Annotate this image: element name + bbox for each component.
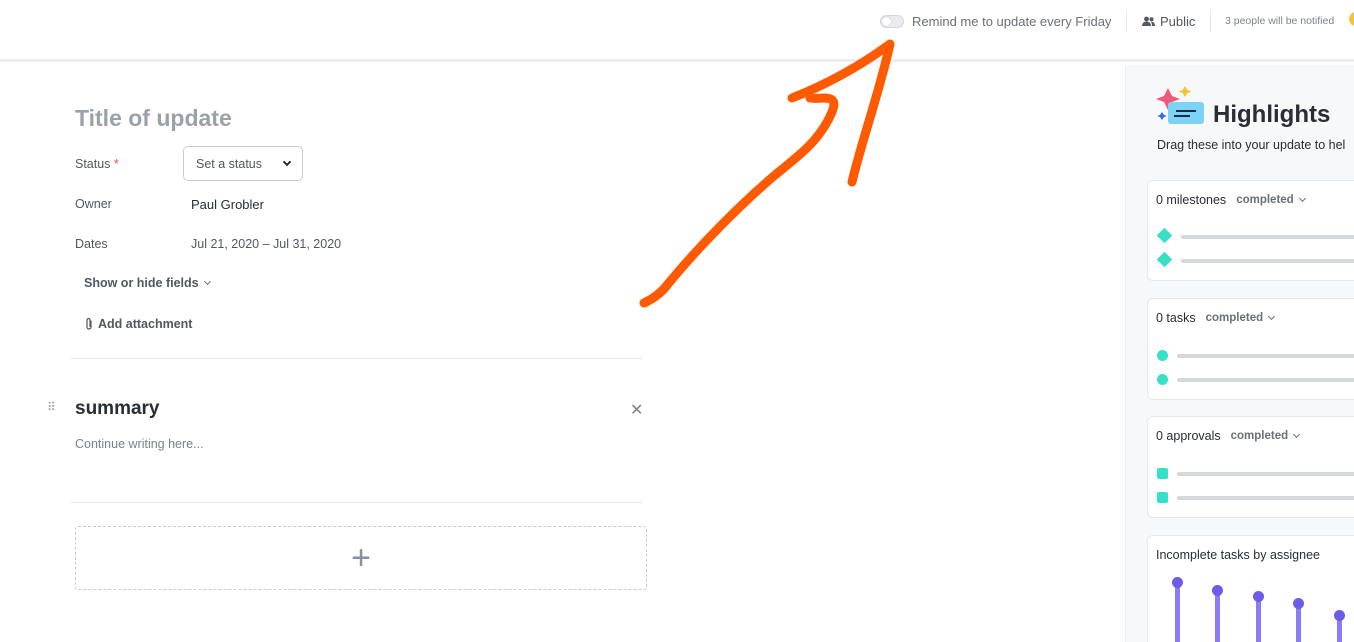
- paperclip-icon: [86, 317, 92, 330]
- tasks-count: 0 tasks: [1156, 311, 1196, 325]
- filter-label: completed: [1230, 430, 1289, 442]
- approval-icon: [1157, 492, 1168, 503]
- tasks-filter[interactable]: completed: [1205, 312, 1276, 324]
- visibility-button[interactable]: Public: [1142, 14, 1195, 29]
- summary-title[interactable]: summary: [75, 398, 160, 420]
- chevron-down-icon: [1298, 194, 1306, 203]
- divider: [71, 502, 643, 503]
- chart-point: [1253, 591, 1264, 602]
- milestones-count: 0 milestones: [1156, 193, 1227, 207]
- chart-point: [1293, 598, 1304, 609]
- approvals-card[interactable]: 0 approvals completed: [1147, 416, 1354, 518]
- chart-bar: [1337, 619, 1342, 642]
- dates-value[interactable]: Jul 21, 2020 – Jul 31, 2020: [191, 237, 341, 251]
- chevron-down-icon: [1293, 430, 1301, 439]
- chart-point: [1334, 610, 1345, 621]
- placeholder-line: [1177, 378, 1354, 382]
- milestone-icon: [1156, 251, 1173, 268]
- assignee-chart-title: Incomplete tasks by assignee: [1156, 548, 1320, 562]
- approvals-filter[interactable]: completed: [1230, 430, 1301, 442]
- owner-label: Owner: [75, 197, 112, 211]
- show-hide-fields-button[interactable]: Show or hide fields: [84, 276, 211, 290]
- notify-count-label[interactable]: 3 people will be notified: [1225, 15, 1334, 27]
- status-label: Status *: [75, 157, 119, 171]
- people-icon: [1142, 16, 1155, 26]
- tasks-card[interactable]: 0 tasks completed: [1147, 298, 1354, 400]
- remind-label[interactable]: Remind me to update every Friday: [912, 14, 1111, 29]
- add-section-button[interactable]: +: [75, 526, 647, 590]
- placeholder-line: [1181, 235, 1354, 239]
- milestones-card[interactable]: 0 milestones completed: [1147, 180, 1354, 281]
- chevron-down-icon: [203, 277, 211, 286]
- drag-handle-icon[interactable]: ⠿: [47, 401, 56, 413]
- placeholder-line: [1181, 259, 1354, 263]
- status-select[interactable]: Set a status: [183, 146, 303, 181]
- visibility-label: Public: [1160, 14, 1196, 29]
- divider: [71, 358, 643, 359]
- summary-editor[interactable]: Continue writing here...: [75, 437, 204, 451]
- approval-placeholder-row: [1156, 491, 1354, 505]
- dates-label: Dates: [75, 237, 108, 251]
- show-hide-label: Show or hide fields: [84, 276, 199, 290]
- task-icon: [1157, 350, 1168, 361]
- add-attachment-button[interactable]: Add attachment: [84, 317, 192, 331]
- chart-bar: [1296, 607, 1301, 642]
- milestone-placeholder-row: [1156, 227, 1354, 244]
- divider: [1126, 10, 1127, 32]
- card-header: Incomplete tasks by assignee: [1156, 548, 1320, 562]
- chart-point: [1212, 585, 1223, 596]
- card-header: 0 tasks completed: [1156, 311, 1276, 325]
- assignee-chart-card[interactable]: Incomplete tasks by assignee: [1147, 535, 1354, 642]
- milestone-placeholder-row: [1156, 251, 1354, 268]
- approval-placeholder-row: [1156, 467, 1354, 481]
- close-icon[interactable]: ✕: [630, 403, 643, 419]
- card-header: 0 milestones completed: [1156, 193, 1306, 207]
- task-placeholder-row: [1156, 349, 1354, 363]
- required-mark: *: [113, 157, 119, 171]
- task-icon: [1157, 374, 1168, 385]
- add-attachment-label: Add attachment: [98, 317, 193, 331]
- filter-label: completed: [1205, 312, 1264, 324]
- task-placeholder-row: [1156, 373, 1354, 387]
- chart-bar: [1256, 600, 1261, 642]
- toggle-knob: [882, 17, 891, 26]
- top-bar: Remind me to update every Friday Public …: [0, 0, 1354, 62]
- highlights-title: Highlights: [1213, 101, 1331, 128]
- divider: [1210, 10, 1211, 32]
- placeholder-line: [1177, 472, 1354, 476]
- milestone-icon: [1156, 227, 1173, 244]
- placeholder-line: [1177, 496, 1354, 500]
- highlights-icon: [1156, 86, 1204, 124]
- chevron-down-icon: [1268, 312, 1276, 321]
- approvals-count: 0 approvals: [1156, 429, 1221, 443]
- placeholder-line: [1177, 354, 1354, 358]
- owner-value[interactable]: Paul Grobler: [191, 197, 264, 212]
- status-select-value: Set a status: [196, 156, 263, 171]
- chart-point: [1172, 577, 1183, 588]
- avatar[interactable]: [1349, 12, 1354, 26]
- chart-bar: [1175, 586, 1180, 642]
- highlights-subtitle: Drag these into your update to hel: [1157, 138, 1346, 152]
- plus-icon: +: [351, 539, 371, 577]
- approval-icon: [1157, 468, 1168, 479]
- chevron-down-icon: [282, 157, 292, 167]
- status-label-text: Status: [75, 157, 111, 171]
- chart-bar: [1215, 594, 1220, 642]
- card-header: 0 approvals completed: [1156, 429, 1301, 443]
- filter-label: completed: [1236, 194, 1294, 206]
- remind-toggle[interactable]: [880, 15, 904, 28]
- update-title-input[interactable]: Title of update: [75, 105, 232, 132]
- milestones-filter[interactable]: completed: [1236, 194, 1306, 206]
